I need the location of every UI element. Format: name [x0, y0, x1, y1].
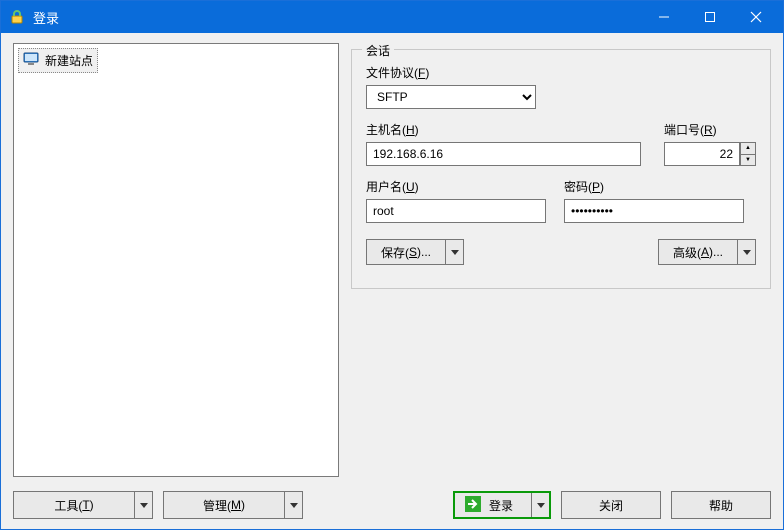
password-field: 密码(P): [564, 178, 744, 223]
content-area: 新建站点 会话 文件协议(F) SFTP 主机: [1, 33, 783, 485]
protocol-label: 文件协议(F): [366, 64, 756, 81]
spinner-down-icon[interactable]: ▼: [741, 155, 755, 166]
username-label: 用户名(U): [366, 178, 546, 195]
advanced-button-dropdown[interactable]: [738, 239, 756, 265]
port-label: 端口号(R): [664, 121, 756, 138]
manage-button-dropdown[interactable]: [285, 491, 303, 519]
login-button-main[interactable]: 登录: [455, 493, 531, 517]
window-title: 登录: [33, 8, 59, 27]
session-legend: 会话: [362, 42, 394, 59]
left-pane: 新建站点: [13, 43, 339, 477]
titlebar: 登录: [1, 1, 783, 33]
close-dialog-button[interactable]: 关闭: [561, 491, 661, 519]
spinner-up-icon[interactable]: ▲: [741, 143, 755, 155]
login-button[interactable]: 登录: [453, 491, 551, 519]
port-input[interactable]: [664, 142, 740, 166]
login-arrow-icon: [465, 496, 481, 515]
username-field: 用户名(U): [366, 178, 546, 223]
help-button[interactable]: 帮助: [671, 491, 771, 519]
protocol-field: 文件协议(F) SFTP: [366, 64, 756, 109]
site-list[interactable]: 新建站点: [13, 43, 339, 477]
port-field: 端口号(R) ▲ ▼: [664, 121, 756, 166]
app-lock-icon: [9, 9, 25, 25]
port-spinner[interactable]: ▲ ▼: [740, 142, 756, 166]
site-list-item-label: 新建站点: [45, 52, 93, 69]
host-input[interactable]: [366, 142, 641, 166]
password-label: 密码(P): [564, 178, 744, 195]
host-label: 主机名(H): [366, 121, 646, 138]
right-pane: 会话 文件协议(F) SFTP 主机名(H): [351, 43, 771, 477]
tools-button-dropdown[interactable]: [135, 491, 153, 519]
host-field: 主机名(H): [366, 121, 646, 166]
port-stepper[interactable]: ▲ ▼: [664, 142, 756, 166]
close-button[interactable]: [733, 1, 779, 33]
username-input[interactable]: [366, 199, 546, 223]
advanced-button-main[interactable]: 高级(A)...: [658, 239, 738, 265]
protocol-select[interactable]: SFTP: [366, 85, 536, 109]
minimize-button[interactable]: [641, 1, 687, 33]
manage-button-main[interactable]: 管理(M): [163, 491, 285, 519]
bottom-bar: 工具(T) 管理(M) 登录: [1, 485, 783, 529]
tools-button[interactable]: 工具(T): [13, 491, 153, 519]
save-button-dropdown[interactable]: [446, 239, 464, 265]
advanced-button[interactable]: 高级(A)...: [658, 239, 756, 265]
password-input[interactable]: [564, 199, 744, 223]
site-list-item-new[interactable]: 新建站点: [18, 48, 98, 73]
login-dialog: 登录 新建站点 会话: [0, 0, 784, 530]
maximize-button[interactable]: [687, 1, 733, 33]
tools-button-main[interactable]: 工具(T): [13, 491, 135, 519]
manage-button[interactable]: 管理(M): [163, 491, 303, 519]
monitor-icon: [23, 51, 39, 70]
login-button-dropdown[interactable]: [531, 493, 549, 517]
save-button-main[interactable]: 保存(S)...: [366, 239, 446, 265]
save-button[interactable]: 保存(S)...: [366, 239, 464, 265]
session-group: 会话 文件协议(F) SFTP 主机名(H): [351, 49, 771, 289]
